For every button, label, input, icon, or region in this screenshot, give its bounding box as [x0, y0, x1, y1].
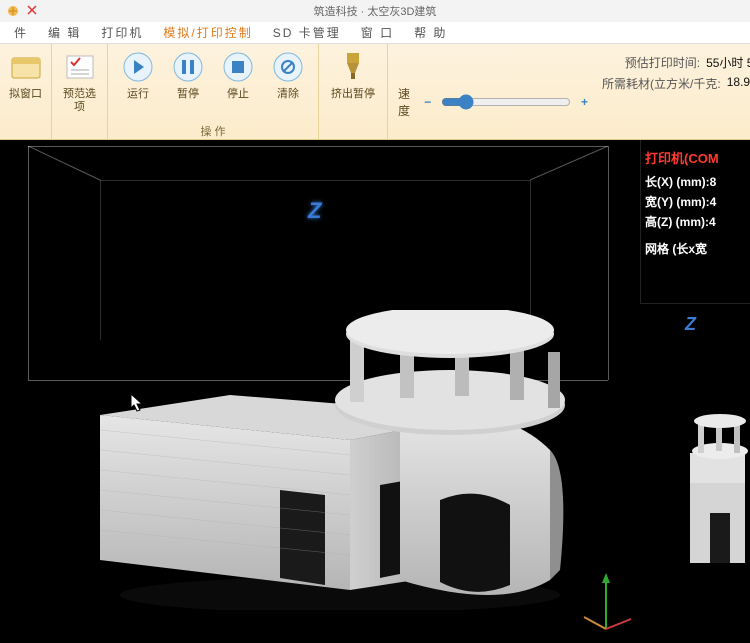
- window-title: 筑造科技 · 太空灰3D建筑: [314, 3, 437, 19]
- axis-z-label-mini: Z: [685, 314, 696, 335]
- speed-slider[interactable]: [441, 94, 571, 110]
- extruder-icon: [335, 49, 371, 85]
- window-icon: [9, 50, 43, 84]
- sim-window-button[interactable]: 拟窗口: [6, 48, 45, 101]
- menu-sim-control[interactable]: 模拟/打印控制: [153, 24, 262, 41]
- workspace: Z: [0, 140, 750, 643]
- run-button[interactable]: 运行: [114, 48, 162, 101]
- menu-edit[interactable]: 编 辑: [38, 24, 91, 41]
- stats-group-label: 打印统计: [602, 120, 750, 136]
- menu-file[interactable]: 件: [4, 24, 38, 41]
- pause-icon: [171, 50, 205, 84]
- material-value: 18.98 | 45939: [727, 75, 750, 92]
- menu-window[interactable]: 窗 口: [351, 24, 404, 41]
- close-doc-icon[interactable]: [26, 4, 38, 16]
- speed-minus-icon[interactable]: −: [420, 95, 435, 109]
- speed-label: 速度: [398, 85, 420, 119]
- clear-icon: [271, 50, 305, 84]
- menu-bar: 件 编 辑 打印机 模拟/打印控制 SD 卡管理 窗 口 帮 助: [0, 22, 750, 44]
- axis-gizmo[interactable]: [576, 569, 636, 639]
- dim-y: 宽(Y) (mm):4: [645, 193, 746, 210]
- clear-button[interactable]: 清除: [264, 48, 312, 101]
- stop-icon: [221, 50, 255, 84]
- ribbon-toolbar: 拟窗口 预范选项 运行 暂停 停止: [0, 44, 750, 140]
- material-label: 所需耗材(立方米/千克:: [602, 75, 721, 92]
- model-preview: [80, 310, 570, 610]
- printer-header: 打印机(COM: [645, 148, 746, 167]
- preview-options-button[interactable]: 预范选项: [58, 48, 101, 114]
- axis-z-label: Z: [308, 198, 321, 224]
- app-icon: [6, 4, 20, 18]
- checklist-icon: [63, 50, 97, 84]
- main-viewport[interactable]: Z: [0, 140, 640, 643]
- est-time-label: 预估打印时间:: [625, 54, 700, 71]
- mini-model-preview: [680, 403, 750, 583]
- est-time-value: 55小时 59分钟 11: [706, 54, 750, 71]
- speed-control: 速度 − +: [388, 44, 602, 139]
- dim-x: 长(X) (mm):8: [645, 173, 746, 190]
- title-bar: 筑造科技 · 太空灰3D建筑: [0, 0, 750, 22]
- menu-sdcard[interactable]: SD 卡管理: [263, 24, 351, 41]
- pause-button[interactable]: 暂停: [164, 48, 212, 101]
- mesh-label: 网格 (长x宽: [645, 240, 746, 257]
- ops-group-label: 操 作: [108, 123, 318, 139]
- menu-help[interactable]: 帮 助: [404, 24, 457, 41]
- secondary-viewport[interactable]: Z: [640, 303, 750, 643]
- menu-printer[interactable]: 打印机: [91, 24, 153, 41]
- dim-z: 高(Z) (mm):4: [645, 213, 746, 230]
- mouse-cursor: [130, 393, 144, 413]
- stop-button[interactable]: 停止: [214, 48, 262, 101]
- speed-plus-icon[interactable]: +: [577, 95, 592, 109]
- print-stats: 预估打印时间: 55小时 59分钟 11 所需耗材(立方米/千克: 18.98 | …: [602, 44, 750, 139]
- play-icon: [121, 50, 155, 84]
- extrude-pause-button[interactable]: 挤出暂停: [325, 48, 381, 101]
